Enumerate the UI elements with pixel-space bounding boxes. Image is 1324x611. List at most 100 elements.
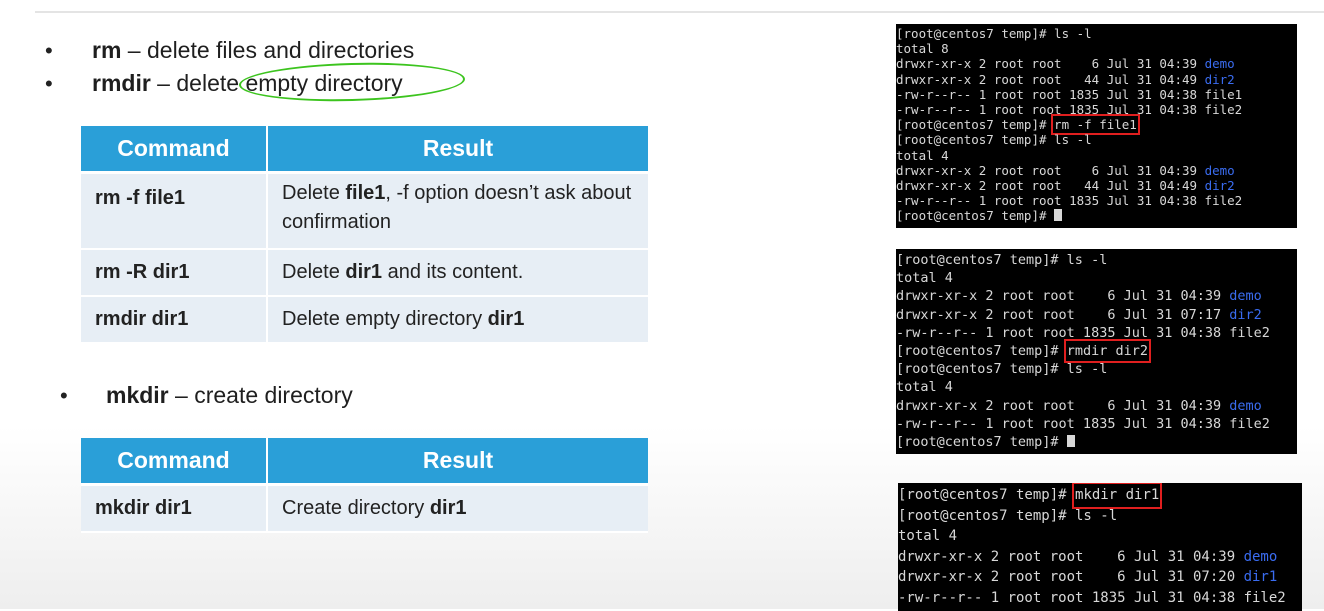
result-text: and its content.	[382, 261, 524, 283]
terminal-line: drwxr-xr-x 2 root root 6 Jul 31 04:39 de…	[896, 287, 1297, 305]
terminal-text: total 4	[898, 528, 958, 544]
terminal-text: total 4	[896, 379, 953, 396]
terminal-cursor	[1054, 209, 1063, 222]
command-cell: mkdir dir1	[81, 486, 268, 533]
highlighted-command: rm -f file1	[1051, 114, 1140, 136]
terminal-cursor	[1066, 434, 1075, 447]
directory-name: demo	[1229, 397, 1262, 414]
directory-name: dir2	[1229, 306, 1262, 323]
terminal-line: drwxr-xr-x 2 root root 6 Jul 31 04:39 de…	[896, 163, 1297, 178]
terminal-text: total 4	[896, 147, 949, 163]
directory-name: dir2	[1204, 71, 1235, 87]
bullet-separator: –	[150, 70, 177, 96]
highlighted-command: mkdir dir1	[1072, 483, 1163, 509]
terminal-text: [root@centos7 temp]# ls -l	[896, 132, 1092, 148]
table-header-row: Command Result	[81, 438, 648, 486]
highlighted-phrase: empty directory	[245, 70, 403, 96]
terminal-text: drwxr-xr-x 2 root root 6 Jul 31 04:39	[898, 548, 1244, 565]
terminal-rmdir: [root@centos7 temp]# ls -l total 4 drwxr-x…	[896, 249, 1297, 454]
header-result: Result	[268, 438, 648, 486]
result-bold: file1	[345, 182, 386, 204]
command-cell: rm -f file1	[81, 174, 268, 250]
terminal-line: drwxr-xr-x 2 root root 44 Jul 31 04:49 d…	[896, 72, 1297, 87]
terminal-text: drwxr-xr-x 2 root root 6 Jul 31 04:39	[896, 397, 1230, 414]
terminal-line: -rw-r--r-- 1 root root 1835 Jul 31 04:38…	[896, 102, 1297, 117]
terminal-text: [root@centos7 temp]# ls -l	[896, 361, 1108, 378]
terminal-rm: [root@centos7 temp]# ls -l total 8 drwxr-x…	[896, 24, 1297, 228]
terminal-line: -rw-r--r-- 1 root root 1835 Jul 31 04:38…	[896, 324, 1297, 342]
top-divider	[35, 11, 1324, 13]
result-cell: Delete file1, -f option doesn’t ask abou…	[268, 174, 648, 250]
bullet-rm: rm – delete files and directories	[92, 36, 414, 64]
terminal-mkdir: [root@centos7 temp]# mkdir dir1 [root@cen…	[898, 483, 1302, 611]
bullet-description: create directory	[194, 382, 353, 408]
mkdir-commands-table: Command Result mkdir dir1 Create directo…	[81, 438, 648, 533]
terminal-text: -rw-r--r-- 1 root root 1835 Jul 31 04:38…	[896, 193, 1243, 209]
bullet-description: delete	[176, 70, 246, 96]
result-text: Delete empty directory	[282, 308, 488, 330]
terminal-text: -rw-r--r-- 1 root root 1835 Jul 31 04:38…	[896, 415, 1270, 432]
bullet-command: mkdir	[106, 382, 169, 408]
terminal-text: total 4	[896, 270, 953, 287]
result-bold: dir1	[487, 308, 525, 330]
header-command: Command	[81, 126, 268, 174]
result-text: Delete	[282, 182, 346, 204]
terminal-text: -rw-r--r-- 1 root root 1835 Jul 31 04:38…	[898, 589, 1286, 606]
header-command: Command	[81, 438, 268, 486]
terminal-line: total 4	[896, 148, 1297, 163]
directory-name: demo	[1229, 288, 1262, 305]
terminal-line: drwxr-xr-x 2 root root 6 Jul 31 04:39 de…	[896, 397, 1297, 415]
terminal-line: drwxr-xr-x 2 root root 6 Jul 31 04:39 de…	[898, 547, 1302, 568]
terminal-text: [root@centos7 temp]#	[896, 208, 1055, 224]
terminal-line: [root@centos7 temp]# mkdir dir1	[898, 483, 1302, 509]
command-cell: rmdir dir1	[81, 297, 268, 344]
terminal-text: -rw-r--r-- 1 root root 1835 Jul 31 04:38…	[896, 86, 1243, 102]
result-bold: dir1	[345, 261, 383, 283]
terminal-line: -rw-r--r-- 1 root root 1835 Jul 31 04:38…	[896, 415, 1297, 433]
terminal-text: [root@centos7 temp]#	[896, 117, 1055, 133]
directory-name: demo	[1243, 548, 1278, 565]
terminal-text: drwxr-xr-x 2 root root 6 Jul 31 07:20	[898, 569, 1244, 585]
terminal-text: total 8	[896, 41, 949, 57]
header-result: Result	[268, 126, 648, 174]
table-row: rm -R dir1 Delete dir1 and its content.	[81, 250, 648, 297]
bullet-separator: –	[168, 382, 195, 408]
bullet-mkdir: mkdir – create directory	[106, 381, 353, 409]
terminal-line: [root@centos7 temp]# ls -l	[896, 251, 1297, 269]
terminal-line: drwxr-xr-x 2 root root 44 Jul 31 04:49 d…	[896, 178, 1297, 193]
table-header-row: Command Result	[81, 126, 648, 174]
table-row: rm -f file1 Delete file1, -f option does…	[81, 174, 648, 250]
terminal-line: total 4	[898, 526, 1302, 547]
terminal-line: drwxr-xr-x 2 root root 6 Jul 31 07:20 di…	[898, 567, 1302, 588]
terminal-line: [root@centos7 temp]# ls -l	[896, 132, 1297, 147]
terminal-text: drwxr-xr-x 2 root root 6 Jul 31 04:39	[896, 56, 1205, 72]
terminal-line: [root@centos7 temp]# ls -l	[898, 506, 1302, 527]
terminal-text: [root@centos7 temp]#	[896, 342, 1067, 359]
terminal-text: drwxr-xr-x 2 root root 44 Jul 31 04:49	[896, 177, 1205, 193]
terminal-text: [root@centos7 temp]#	[898, 487, 1076, 503]
terminal-text: drwxr-xr-x 2 root root 44 Jul 31 04:49	[896, 71, 1205, 87]
result-cell: Create directory dir1	[268, 486, 648, 533]
terminal-line: total 4	[896, 269, 1297, 287]
terminal-text: [root@centos7 temp]# ls -l	[896, 26, 1092, 41]
bullet-dot: •	[60, 383, 68, 408]
terminal-line: [root@centos7 temp]#	[896, 433, 1297, 451]
terminal-text: [root@centos7 temp]#	[896, 433, 1067, 450]
terminal-line: total 4	[896, 378, 1297, 396]
terminal-text: -rw-r--r-- 1 root root 1835 Jul 31 04:38…	[896, 324, 1270, 341]
directory-name: demo	[1204, 56, 1235, 72]
terminal-line: [root@centos7 temp]# rm -f file1	[896, 114, 1297, 136]
rm-commands-table: Command Result rm -f file1 Delete file1,…	[81, 126, 648, 344]
terminal-line: -rw-r--r-- 1 root root 1835 Jul 31 04:38…	[896, 87, 1297, 102]
bullet-description: delete files and directories	[146, 37, 415, 63]
result-cell: Delete dir1 and its content.	[268, 250, 648, 297]
result-bold: dir1	[429, 497, 467, 519]
terminal-text: drwxr-xr-x 2 root root 6 Jul 31 07:17	[896, 306, 1230, 323]
command-cell: rm -R dir1	[81, 250, 268, 297]
highlighted-command: rmdir dir2	[1063, 338, 1151, 364]
bullet-dot: •	[45, 38, 53, 63]
terminal-line: -rw-r--r-- 1 root root 1835 Jul 31 04:38…	[898, 588, 1302, 609]
directory-name: dir2	[1204, 177, 1235, 193]
terminal-line: drwxr-xr-x 2 root root 6 Jul 31 07:17 di…	[896, 306, 1297, 324]
result-cell: Delete empty directory dir1	[268, 297, 648, 344]
